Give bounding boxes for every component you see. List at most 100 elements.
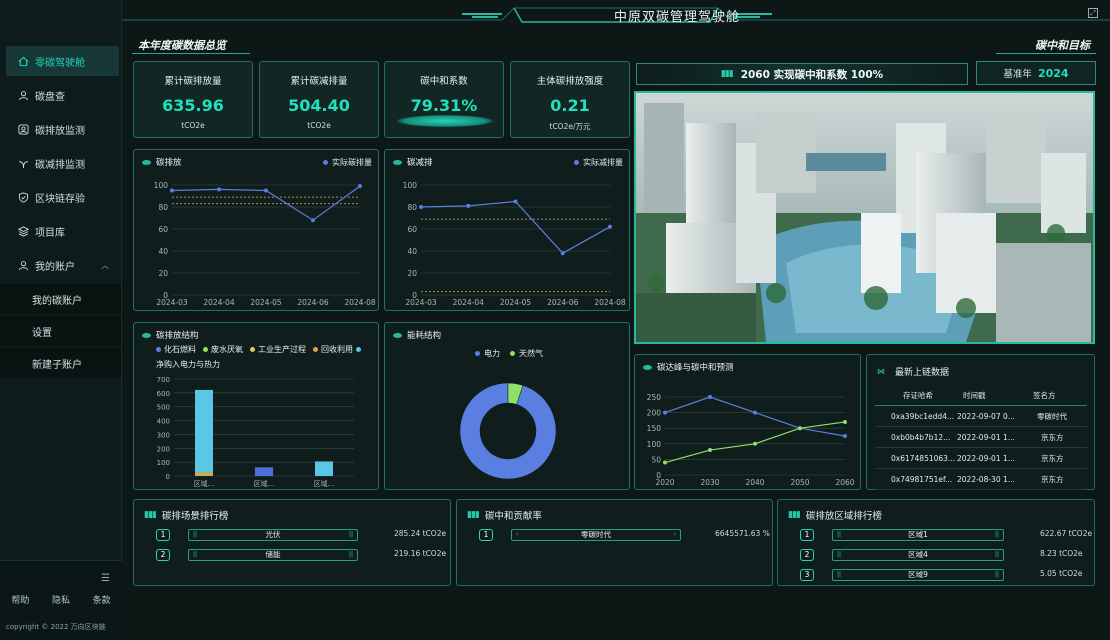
sidebar-subitem-settings[interactable]: 设置 — [0, 316, 121, 346]
hash-cell: 0x6174851063... — [891, 453, 955, 463]
sidebar-item-cockpit[interactable]: 零碳驾驶舱 — [6, 46, 119, 76]
banner-text: 2060 实现碳中和系数 100% — [740, 68, 884, 81]
y-tick-label: 500 — [157, 404, 170, 412]
bar-segment — [255, 467, 273, 476]
bar-chart-icon: ▮▮▮ — [788, 510, 801, 520]
home-icon — [17, 55, 29, 67]
sidebar-subitem-carbon-account[interactable]: 我的碳账户 — [0, 284, 121, 314]
y-tick-label: 100 — [647, 440, 662, 449]
layers-icon — [17, 225, 29, 237]
y-tick-label: 60 — [158, 225, 168, 234]
base-year-label: 基准年 — [1003, 69, 1032, 80]
data-point — [311, 218, 315, 223]
rank-name: 区域1 — [832, 528, 1004, 541]
ranking-row[interactable]: 2 储能 — [156, 548, 358, 561]
overview-section-title: 本年度碳数据总览 — [132, 36, 250, 54]
rank-number: 3 — [800, 568, 814, 581]
x-tick-label: 2024-06 — [547, 298, 579, 307]
chevron-up-icon: ︿ — [101, 260, 109, 270]
city-rendering-image — [634, 91, 1095, 344]
y-tick-label: 20 — [158, 269, 168, 278]
x-tick-label: 区域... — [254, 479, 275, 488]
rank-name: 光伏 — [188, 528, 358, 541]
rank-name: 区域9 — [832, 568, 1004, 581]
bar-segment — [195, 472, 213, 476]
kpi-card-total-emission: 累计碳排放量 635.96 tCO2e — [133, 61, 253, 138]
ranking-row[interactable]: 2 区域4 — [800, 548, 1004, 561]
forecast-chart-panel: 碳达峰与碳中和预测 0 50 100 150 200 250 2020 2030 2040 205… — [634, 354, 861, 490]
table-row[interactable]: 0x6174851063... 2022-09-01 1... 京东方 — [875, 448, 1087, 469]
y-tick-label: 40 — [158, 247, 168, 256]
ranking-row[interactable]: 1 区域1 — [800, 528, 1004, 541]
neutral-target-banner: ▮▮▮ 2060 实现碳中和系数 100% — [636, 63, 968, 85]
x-tick-label: 2040 — [745, 478, 764, 487]
header: 中原双碳管理驾驶舱 ⤢ — [122, 0, 1110, 30]
sidebar-item-account[interactable]: 我的账户 ︿ — [0, 250, 121, 280]
help-link[interactable]: 帮助 — [11, 593, 29, 606]
ranking-row[interactable]: 3 区域9 — [800, 568, 1004, 581]
table-row[interactable]: 0x74981751ef... 2022-08-30 1... 京东方 — [875, 469, 1087, 490]
y-tick-label: 150 — [647, 424, 662, 433]
table-row[interactable]: 0xb0b4b7b12... 2022-09-01 1... 京东方 — [875, 427, 1087, 448]
hash-cell: 0xa39bc1edd4... — [891, 411, 955, 421]
contribution-ranking-panel: ▮▮▮ 碳中和贡献率 1 零碳时代 6645571.63 % — [456, 499, 773, 586]
scenario-ranking-panel: ▮▮▮ 碳排场景排行榜 1 光伏 285.24 tCO2e 2 储能 219.16… — [133, 499, 451, 586]
y-tick-label: 200 — [157, 445, 170, 453]
kpi-card-total-reduction: 累计碳减排量 504.40 tCO2e — [259, 61, 379, 138]
energy-structure-panel: 能耗结构 电力 天然气 — [384, 322, 630, 490]
kpi-label: 累计碳排放量 — [164, 76, 222, 87]
data-point — [753, 410, 757, 415]
kpi-label: 累计碳减排量 — [290, 76, 348, 87]
sidebar-item-emission-monitor[interactable]: 碳排放监测 — [0, 114, 121, 144]
menu-toggle-icon[interactable]: ☰ — [101, 573, 110, 584]
rank-value: 219.16 tCO2e — [394, 549, 447, 558]
sidebar-item-label: 碳盘查 — [35, 91, 65, 103]
x-tick-label: 2030 — [700, 478, 719, 487]
y-tick-label: 20 — [407, 269, 417, 278]
series-line — [664, 396, 846, 437]
sidebar-subitem-new-subaccount[interactable]: 新建子账户 — [0, 348, 121, 378]
timestamp-cell: 2022-09-01 1... — [957, 432, 1015, 442]
x-tick-label: 2020 — [655, 478, 674, 487]
fullscreen-icon[interactable]: ⤢ — [1088, 8, 1098, 18]
x-tick-label: 2024-03 — [405, 298, 437, 307]
forecast-line-chart: 0501001502002502020 2030 2040 2050 2060 — [647, 393, 855, 487]
sidebar-footer: ☰ 帮助 隐私 条款 copyright © 2022 万向区块链 — [0, 560, 122, 640]
x-tick-label: 2024-08 — [344, 298, 376, 307]
chain-title: ⋈ 最新上链数据 — [877, 365, 949, 378]
rank-value: 285.24 tCO2e — [394, 529, 447, 538]
y-tick-label: 100 — [403, 181, 418, 190]
table-row[interactable]: 0xa39bc1edd4... 2022-09-07 0... 零碳时代 — [875, 406, 1087, 427]
y-tick-label: 250 — [647, 393, 662, 402]
rank-number: 1 — [800, 528, 814, 541]
base-year-value: 2024 — [1037, 66, 1069, 80]
privacy-link[interactable]: 隐私 — [52, 593, 70, 606]
sidebar-item-reduction-monitor[interactable]: 碳减排监测 — [0, 148, 121, 178]
copyright: copyright © 2022 万向区块链 — [6, 623, 106, 631]
y-tick-label: 400 — [157, 418, 170, 426]
data-point — [217, 187, 221, 192]
signer-cell: 京东方 — [1041, 453, 1064, 463]
sidebar-item-projects[interactable]: 项目库 — [0, 216, 121, 246]
x-tick-label: 2024-08 — [594, 298, 626, 307]
ranking-row[interactable]: 1 零碳时代 — [479, 528, 681, 541]
sidebar-item-inventory[interactable]: 碳盘查 — [0, 80, 121, 110]
kpi-unit: tCO2e/万元 — [549, 122, 591, 131]
ranking-row[interactable]: 1 光伏 — [156, 528, 358, 541]
chain-data-panel: ⋈ 最新上链数据 存证哈希 时间戳 签名方 0xa39bc1edd4... 20… — [866, 354, 1095, 490]
series-line — [420, 200, 611, 254]
kpi-card-emission-intensity: 主体碳排放强度 0.21 tCO2e/万元 — [510, 61, 630, 138]
emission-structure-panel: 碳排放结构 化石燃料 废水厌氧 工业生产过程 回收利用 净购入电力与热力 0 10… — [133, 322, 379, 490]
terms-link[interactable]: 条款 — [93, 593, 111, 606]
rank-name: 区域4 — [832, 548, 1004, 561]
leaf-icon — [17, 157, 29, 169]
timestamp-cell: 2022-09-07 0... — [957, 411, 1015, 421]
sidebar-item-blockchain[interactable]: 区块链存验 — [0, 182, 121, 212]
rank-value: 5.05 tCO2e — [1040, 569, 1083, 578]
data-point — [753, 441, 757, 446]
x-tick-label: 2024-06 — [297, 298, 329, 307]
sidebar-item-label: 我的账户 — [35, 261, 75, 273]
user-circle-icon — [17, 123, 29, 135]
energy-donut-chart — [459, 382, 557, 480]
signer-cell: 零碳时代 — [1037, 411, 1067, 421]
